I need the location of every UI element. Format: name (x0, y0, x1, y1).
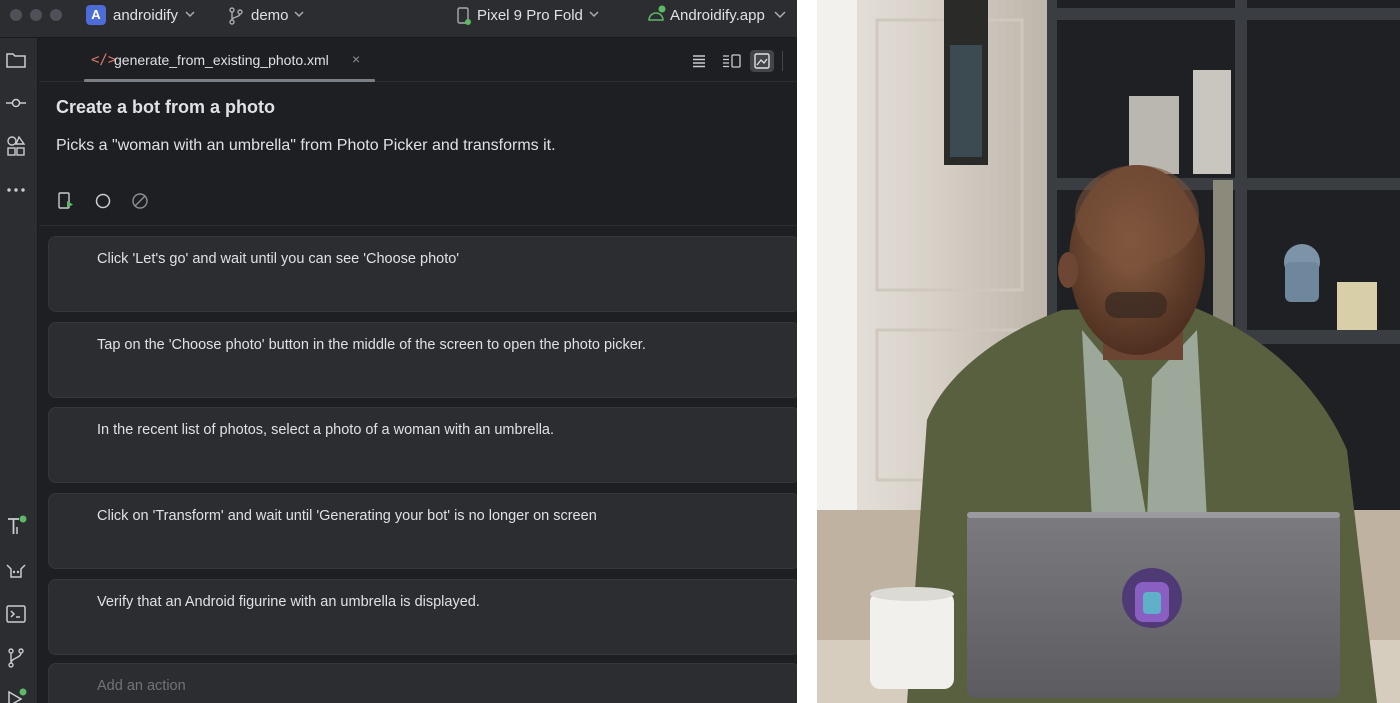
lines-icon (693, 55, 705, 68)
branch-name: demo (251, 7, 289, 24)
ide-window: A androidify demo Pixel 9 Pro Fold Andro… (0, 0, 797, 703)
step-text[interactable]: Click on 'Transform' and wait until 'Gen… (97, 508, 597, 524)
close-tab-button[interactable]: × (352, 51, 360, 67)
journey-step[interactable]: Verify that an Android figurine with an … (48, 579, 797, 655)
device-name: Pixel 9 Pro Fold (477, 7, 583, 24)
journey-step[interactable]: Tap on the 'Choose photo' button in the … (48, 322, 797, 398)
step-text[interactable]: Tap on the 'Choose photo' button in the … (97, 337, 646, 353)
journey-editor: Create a bot from a photo Picks a "woman… (39, 83, 797, 703)
split-view-button[interactable] (719, 50, 743, 72)
step-text[interactable]: In the recent list of photos, select a p… (97, 422, 554, 438)
presenter-video (817, 0, 1400, 703)
step-text[interactable]: Click 'Let's go' and wait until you can … (97, 251, 459, 267)
minimize-window-button[interactable] (30, 9, 42, 21)
journey-step[interactable]: In the recent list of photos, select a p… (48, 407, 797, 483)
record-icon[interactable] (93, 191, 113, 211)
step-text[interactable]: Verify that an Android figurine with an … (97, 594, 480, 610)
chevron-down-icon (774, 11, 786, 18)
project-name: androidify (113, 7, 179, 24)
active-tab-indicator (84, 79, 375, 82)
gemini-agent-icon[interactable] (5, 560, 27, 582)
add-action-placeholder: Add an action (97, 678, 186, 694)
toolbar-divider (782, 51, 783, 71)
add-action-field[interactable]: Add an action (48, 663, 797, 703)
journey-description[interactable]: Picks a "woman with an umbrella" from Ph… (56, 137, 556, 155)
folder-icon[interactable] (5, 49, 27, 71)
chevron-down-icon (589, 11, 599, 18)
journey-step[interactable]: Click 'Let's go' and wait until you can … (48, 236, 797, 312)
project-badge: A (86, 5, 106, 25)
journey-title[interactable]: Create a bot from a photo (56, 97, 275, 118)
version-control-icon[interactable] (5, 647, 27, 669)
frame-divider (797, 0, 817, 703)
title-bar: A androidify demo Pixel 9 Pro Fold Andro… (0, 0, 797, 38)
zoom-window-button[interactable] (50, 9, 62, 21)
journeys-icon[interactable] (5, 515, 27, 537)
journey-step[interactable]: Click on 'Transform' and wait until 'Gen… (48, 493, 797, 569)
device-icon (457, 7, 471, 25)
run-icon[interactable] (5, 688, 27, 703)
coffee-mug (870, 592, 954, 689)
run-journey-icon[interactable] (56, 191, 76, 211)
design-view-button[interactable] (750, 50, 774, 72)
code-file-icon: </> (91, 52, 117, 68)
tool-window-strip (0, 38, 38, 703)
chevron-down-icon (294, 11, 304, 18)
git-branch-icon (229, 7, 243, 25)
commit-icon[interactable] (5, 92, 27, 114)
close-window-button[interactable] (10, 9, 22, 21)
android-icon (648, 5, 666, 21)
editor-tab-bar: </> generate_from_existing_photo.xml × (39, 38, 797, 82)
android-sticker (1122, 568, 1182, 628)
disable-icon[interactable] (130, 191, 150, 211)
code-view-button[interactable] (687, 50, 711, 72)
section-divider (39, 225, 797, 226)
tab-label: generate_from_existing_photo.xml (114, 52, 329, 68)
split-view-icon (723, 54, 741, 68)
run-config-name: Androidify.app (670, 7, 765, 24)
terminal-icon[interactable] (5, 603, 27, 625)
chevron-down-icon (185, 11, 195, 18)
image-view-icon (754, 53, 770, 69)
more-tools-icon[interactable] (5, 179, 27, 201)
presenter-scene (817, 0, 1400, 703)
resource-manager-icon[interactable] (5, 135, 27, 157)
